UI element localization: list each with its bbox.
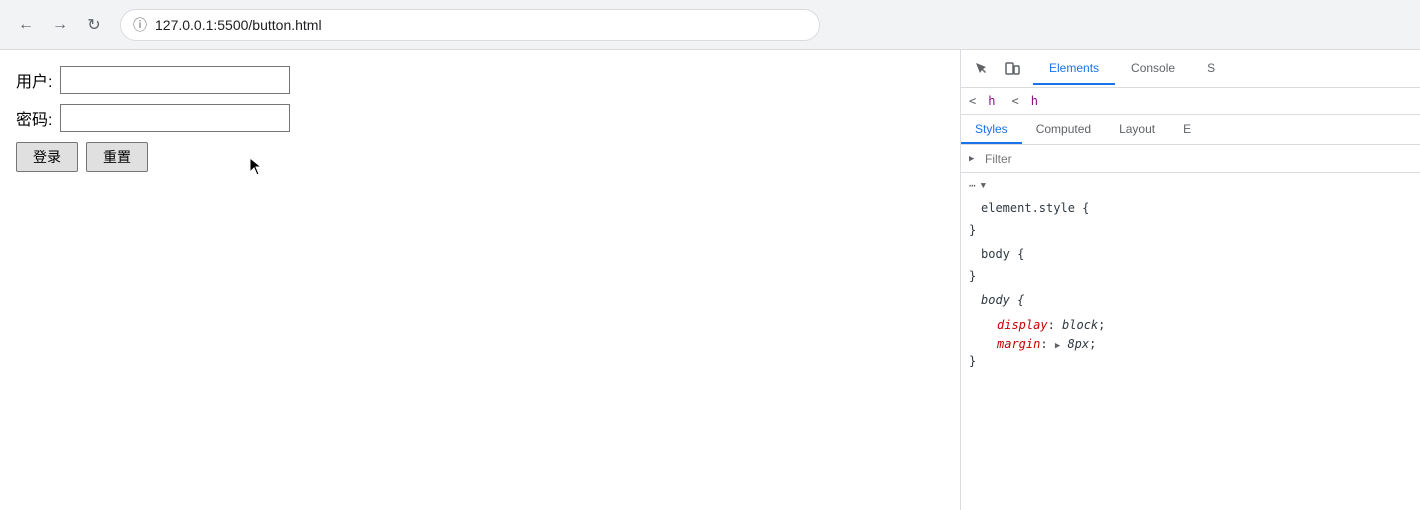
margin-property: margin: ▶ 8px; [961,335,1420,354]
body-rule-2-block: body { display: block; margin: ▶ 8px; } [961,287,1420,368]
prop-colon-2: : [1040,337,1054,351]
body-rule-1-block: body { } [961,241,1420,283]
filter-input[interactable] [985,149,1412,169]
password-input[interactable] [60,104,290,132]
filter-row: ▶ [961,145,1420,173]
password-group: 密码: [16,104,944,132]
address-text: 127.0.0.1:5500/button.html [155,17,322,33]
sub-tab-extra[interactable]: E [1169,115,1205,144]
body-rule-1-closing: } [961,269,1420,283]
nav-buttons: ← → ↻ [12,11,108,39]
dots-row: ⋯ ▼ [961,177,1420,195]
body-rule-2: body { [961,287,1420,315]
display-property: display: block; [961,316,1420,335]
devtools-sub-toolbar: Styles Computed Layout E [961,115,1420,145]
breadcrumb-lt: < [961,88,984,114]
prop-semicolon-1: ; [1098,318,1105,332]
address-bar[interactable]: ⓘ 127.0.0.1:5500/button.html [120,9,820,41]
devtools-panel: Elements Console S < h < h Styles Comput… [960,50,1420,510]
body-rule-1: body { [961,241,1420,269]
devtools-toolbar: Elements Console S [961,50,1420,88]
element-style-closing: } [961,223,1420,237]
username-group: 用户: [16,66,944,94]
sub-tab-layout[interactable]: Layout [1105,115,1169,144]
password-label: 密码: [16,106,56,130]
element-style-block: element.style { } [961,195,1420,237]
tab-sources[interactable]: S [1191,53,1231,85]
styles-content: ⋯ ▼ element.style { } body { } body [961,173,1420,510]
main-area: 用户: 密码: 登录 重置 [0,50,1420,510]
breadcrumb-lt2: < [1003,88,1026,114]
expand-arrow-icon: ▼ [981,181,986,191]
button-group: 登录 重置 [16,142,944,172]
back-button[interactable]: ← [12,11,40,39]
username-label: 用户: [16,68,56,92]
body-selector-1: body { [981,247,1024,261]
forward-button[interactable]: → [46,11,74,39]
username-input[interactable] [60,66,290,94]
sub-tab-styles[interactable]: Styles [961,115,1022,144]
page-content: 用户: 密码: 登录 重置 [0,50,960,510]
reset-button[interactable]: 重置 [86,142,148,172]
info-icon: ⓘ [133,15,147,35]
prop-value-margin: 8px [1060,337,1089,351]
prop-colon-1: : [1048,318,1062,332]
device-icon [1004,61,1020,77]
devtools-sub-tabs: < h < h [961,88,1420,115]
tab-elements[interactable]: Elements [1033,53,1115,85]
devtools-main-tabs: Elements Console S [1033,53,1412,85]
prop-value-display: block [1062,318,1098,332]
prop-semicolon-2: ; [1089,337,1096,351]
element-picker-button[interactable] [969,56,995,82]
sub-tab-computed[interactable]: Computed [1022,115,1105,144]
three-dots: ⋯ [969,179,977,193]
element-style-selector: element.style { [981,201,1089,215]
login-button[interactable]: 登录 [16,142,78,172]
body-selector-2: body { [981,293,1024,307]
element-style-rule: element.style { [961,195,1420,223]
cursor-icon [974,61,990,77]
body-rule-2-closing: } [961,354,1420,368]
tab-console[interactable]: Console [1115,53,1191,85]
breadcrumb-tag: h [984,88,999,114]
prop-name-display: display [997,318,1048,332]
browser-chrome: ← → ↻ ⓘ 127.0.0.1:5500/button.html [0,0,1420,50]
prop-name-margin: margin [997,337,1040,351]
breadcrumb-tag2: h [1027,88,1042,114]
expand-triangle-icon: ▶ [969,154,979,164]
device-toolbar-button[interactable] [999,56,1025,82]
reload-button[interactable]: ↻ [80,11,108,39]
